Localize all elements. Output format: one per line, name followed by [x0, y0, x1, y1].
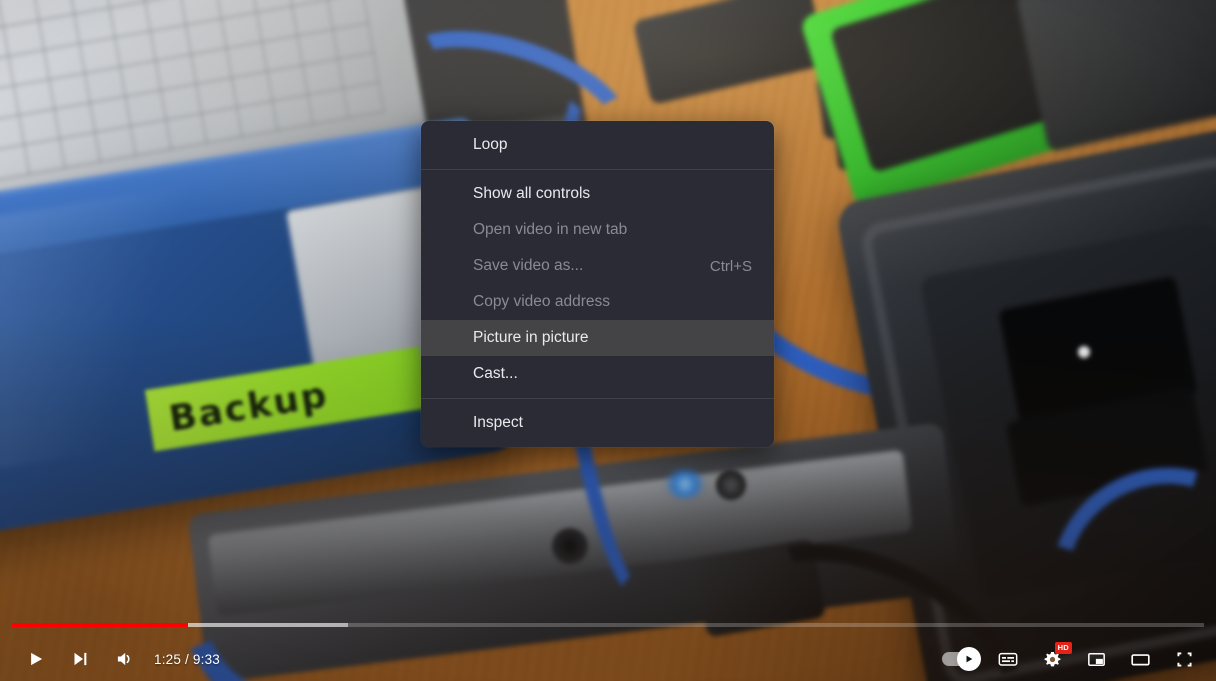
menu-item: Save video as... Ctrl+S — [421, 248, 774, 284]
menu-item-label: Open video in new tab — [473, 221, 628, 238]
theater-mode-icon — [1129, 648, 1152, 671]
miniplayer-icon — [1085, 648, 1108, 671]
next-track-icon — [69, 648, 91, 670]
fullscreen-button[interactable] — [1162, 637, 1206, 681]
fullscreen-icon — [1173, 648, 1196, 671]
menu-item-label: Save video as... — [473, 257, 584, 274]
menu-item[interactable]: Inspect — [421, 405, 774, 441]
context-menu[interactable]: Loop Show all controls Open video in new t… — [421, 121, 774, 447]
subtitles-button[interactable] — [986, 637, 1030, 681]
menu-item-shortcut: Ctrl+S — [709, 257, 752, 275]
autoplay-toggle[interactable] — [932, 637, 986, 681]
time-display: 1:25 / 9:33 — [154, 651, 221, 667]
right-controls: HD — [932, 637, 1216, 681]
volume-button[interactable] — [102, 637, 146, 681]
autoplay-toggle-icon — [942, 647, 981, 671]
menu-item-label: Copy video address — [473, 293, 610, 310]
next-button[interactable] — [58, 637, 102, 681]
menu-item-label: Loop — [473, 136, 508, 153]
menu-item[interactable]: Cast... — [421, 356, 774, 392]
menu-item: Open video in new tab — [421, 212, 774, 248]
menu-item-label: Show all controls — [473, 185, 591, 202]
menu-item-label: Cast... — [473, 365, 518, 382]
menu-item: Copy video address — [421, 284, 774, 320]
left-controls: 1:25 / 9:33 — [0, 637, 230, 681]
progress-bar[interactable] — [12, 623, 1204, 627]
menu-item[interactable]: Picture in picture — [421, 320, 774, 356]
video-player[interactable]: Backup LoopShow all controlsOpen video i… — [0, 0, 1216, 681]
menu-separator — [421, 169, 774, 170]
subtitles-icon — [996, 647, 1020, 671]
menu-item[interactable]: Show all controls — [421, 176, 774, 212]
menu-item[interactable]: Loop — [421, 127, 774, 163]
play-icon — [25, 648, 47, 670]
autoplay-toggle-knob — [957, 647, 981, 671]
theater-button[interactable] — [1118, 637, 1162, 681]
hd-badge: HD — [1054, 642, 1072, 654]
miniplayer-button[interactable] — [1074, 637, 1118, 681]
menu-separator — [421, 398, 774, 399]
menu-item-label: Picture in picture — [473, 329, 589, 346]
menu-item-label: Inspect — [473, 414, 523, 431]
settings-button[interactable]: HD — [1030, 637, 1074, 681]
progress-played — [12, 623, 189, 627]
play-button[interactable] — [14, 637, 58, 681]
volume-icon — [113, 648, 135, 670]
player-controls[interactable]: 1:25 / 9:33 HD — [0, 623, 1216, 681]
